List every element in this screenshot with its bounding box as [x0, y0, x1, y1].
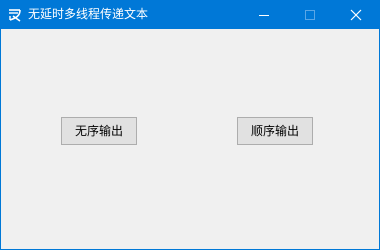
- unordered-output-button[interactable]: 无序输出: [61, 117, 137, 145]
- app-window: 无延时多线程传递文本 无序输出 顺序输出: [0, 0, 380, 250]
- maximize-button[interactable]: [287, 1, 333, 29]
- ordered-output-button[interactable]: 顺序输出: [237, 117, 313, 145]
- app-logo-icon: [7, 7, 23, 23]
- title-bar[interactable]: 无延时多线程传递文本: [1, 1, 379, 29]
- minimize-icon: [259, 15, 269, 16]
- close-button[interactable]: [333, 1, 379, 29]
- client-area: 无序输出 顺序输出: [1, 29, 379, 249]
- close-icon: [350, 9, 362, 21]
- window-title: 无延时多线程传递文本: [28, 7, 149, 21]
- minimize-button[interactable]: [241, 1, 287, 29]
- maximize-icon: [305, 10, 315, 20]
